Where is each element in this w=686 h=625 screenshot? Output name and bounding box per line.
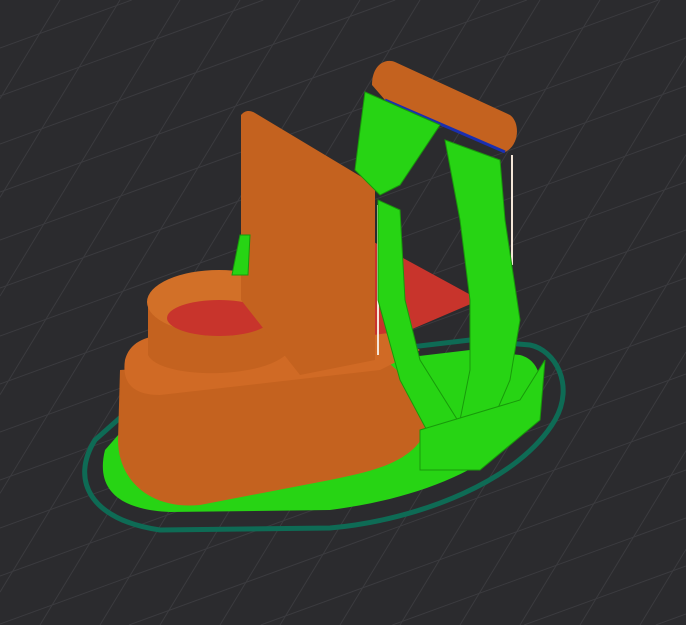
3d-preview-viewport[interactable]: [0, 0, 686, 625]
grid-line: [0, 0, 180, 296]
grid-line: [524, 566, 686, 625]
grid-line: [656, 614, 686, 625]
grid-line: [0, 0, 60, 99]
sliced-model-scene: [0, 0, 686, 625]
grid-line: [0, 0, 120, 197]
grid-line: [0, 0, 132, 48]
grid-line: [392, 518, 686, 625]
grid-line: [0, 0, 263, 96]
grid-line: [0, 0, 395, 144]
grid-line: [640, 549, 686, 625]
grid-line: [520, 352, 686, 625]
